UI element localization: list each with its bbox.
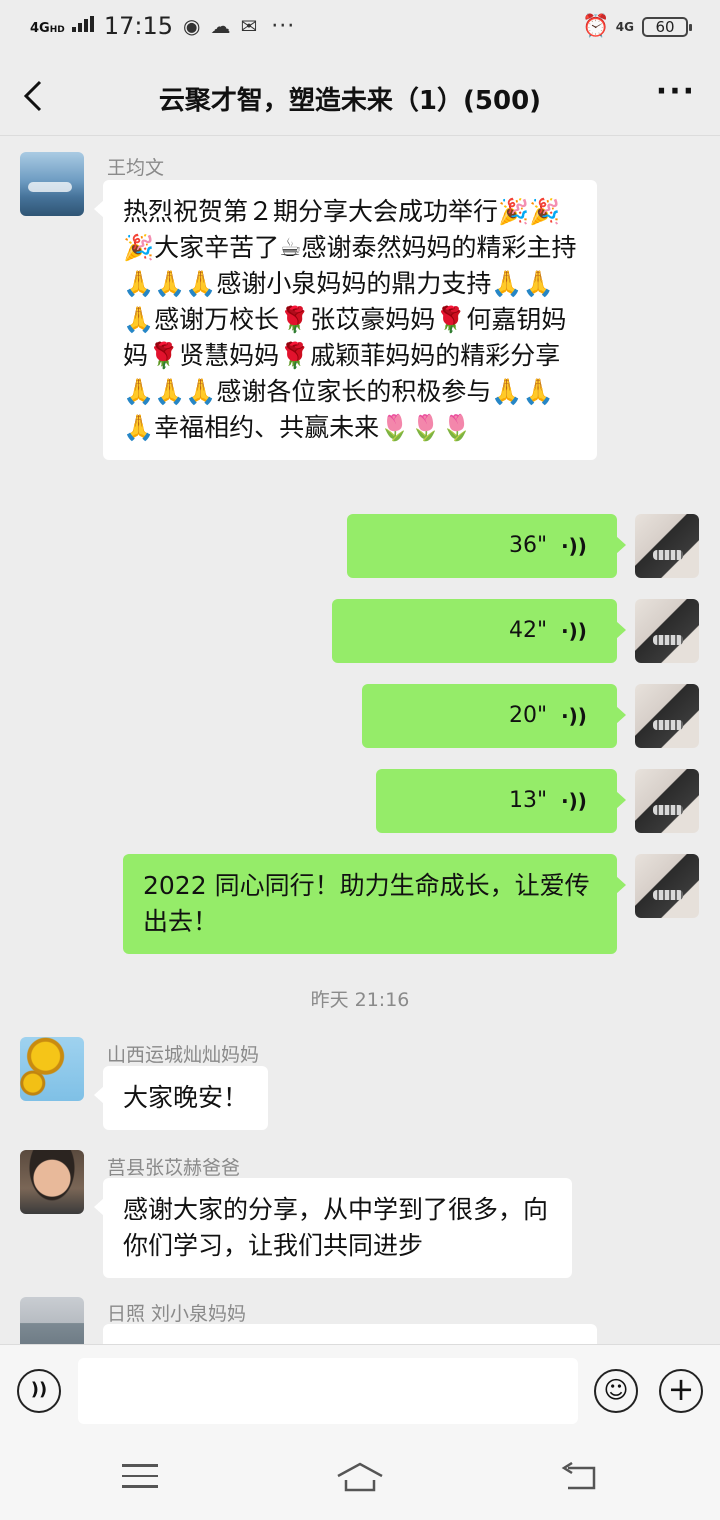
more-button[interactable]: ···	[656, 74, 696, 109]
input-bar: )) ☺ +	[0, 1344, 720, 1436]
network-label: 4G	[30, 20, 50, 36]
avatar[interactable]	[635, 684, 699, 748]
message-bubble[interactable]	[103, 1324, 597, 1344]
emoji-button[interactable]: ☺	[594, 1369, 638, 1413]
avatar[interactable]	[635, 854, 699, 918]
emoji-icon: ☺	[603, 1376, 629, 1404]
avatar[interactable]	[20, 1150, 84, 1214]
home-icon	[337, 1462, 383, 1492]
sender-name: 山西运城灿灿妈妈	[107, 1044, 260, 1066]
avatar[interactable]	[635, 599, 699, 663]
voice-icon: ))	[30, 1379, 48, 1400]
avatar[interactable]	[20, 1297, 84, 1344]
plus-icon: +	[667, 1370, 695, 1408]
notification-icon: ◉	[183, 14, 201, 38]
message-icon: ✉	[240, 14, 258, 38]
back-arrow-icon	[561, 1461, 596, 1490]
message-text: 热烈祝贺第２期分享大会成功举行🎉🎉🎉大家辛苦了☕感谢泰然妈妈的精彩主持🙏🙏🙏感谢…	[123, 197, 577, 442]
message-bubble[interactable]: 大家晚安！	[93, 1066, 269, 1130]
voice-wave-icon: ((·	[561, 619, 587, 643]
message-bubble[interactable]: 热烈祝贺第２期分享大会成功举行🎉🎉🎉大家辛苦了☕感谢泰然妈妈的精彩主持🙏🙏🙏感谢…	[94, 180, 597, 460]
message-bubble[interactable]: 感谢大家的分享，从中学到了很多，向你们学习，让我们共同进步	[94, 1178, 572, 1278]
overflow-icon: ···	[271, 13, 296, 39]
chevron-left-icon	[23, 80, 42, 112]
chat-header: 云聚才智，塑造未来（1）(500) ···	[0, 58, 720, 136]
more-functions-button[interactable]: +	[659, 1369, 703, 1413]
alarm-icon: ⏰	[582, 14, 610, 39]
status-left: 4GHD 17:15 ◉ ☁ ✉ ···	[30, 12, 295, 40]
avatar[interactable]	[20, 152, 84, 216]
avatar[interactable]	[635, 514, 699, 578]
voice-message-bubble[interactable]: 13" ((·	[376, 769, 626, 833]
message-text: 2022 同心同行！助力生命成长，让爱传出去！	[143, 871, 590, 936]
voice-message-bubble[interactable]: 20" ((·	[362, 684, 626, 748]
signal-bars-icon	[71, 15, 96, 32]
sender-name: 日照 刘小泉妈妈	[107, 1303, 247, 1325]
status-bar: 4GHD 17:15 ◉ ☁ ✉ ··· ⏰ 4G 60	[0, 0, 720, 58]
voice-toggle-button[interactable]: ))	[17, 1369, 61, 1413]
voice-wave-icon: ((·	[561, 534, 587, 558]
voice-duration: 20"	[508, 703, 548, 728]
cloud-icon: ☁	[210, 14, 231, 38]
network-hd-label: HD	[49, 24, 65, 35]
network-right-label: 4G	[615, 19, 634, 34]
system-back-button[interactable]	[560, 1461, 598, 1494]
message-timestamp: 昨天 21:16	[310, 989, 410, 1011]
sender-name: 莒县张苡赫爸爸	[107, 1157, 241, 1179]
chat-title: 云聚才智，塑造未来（1）(500)	[158, 86, 542, 116]
network-indicator: 4GHD	[30, 15, 96, 37]
home-button[interactable]	[336, 1460, 384, 1494]
system-nav-bar	[0, 1436, 720, 1520]
back-button[interactable]	[18, 76, 52, 116]
message-input[interactable]	[78, 1358, 578, 1424]
message-text: 大家晚安！	[123, 1083, 249, 1112]
voice-wave-icon: ((·	[561, 704, 587, 728]
sender-name: 王均文	[107, 157, 165, 179]
voice-message-bubble[interactable]: 36" ((·	[347, 514, 626, 578]
status-right: ⏰ 4G 60	[582, 14, 692, 39]
avatar[interactable]	[635, 769, 699, 833]
voice-message-bubble[interactable]: 42" ((·	[332, 599, 626, 663]
message-text: 感谢大家的分享，从中学到了很多，向你们学习，让我们共同进步	[123, 1195, 549, 1260]
voice-duration: 36"	[508, 533, 548, 558]
battery-icon: 60	[642, 16, 692, 37]
voice-duration: 13"	[508, 788, 548, 813]
recent-apps-button[interactable]	[122, 1464, 158, 1492]
voice-duration: 42"	[508, 618, 548, 643]
battery-level: 60	[655, 17, 675, 36]
voice-wave-icon: ((·	[561, 789, 587, 813]
clock: 17:15	[103, 12, 173, 40]
avatar[interactable]	[20, 1037, 84, 1101]
message-bubble[interactable]: 2022 同心同行！助力生命成长，让爱传出去！	[123, 854, 626, 954]
